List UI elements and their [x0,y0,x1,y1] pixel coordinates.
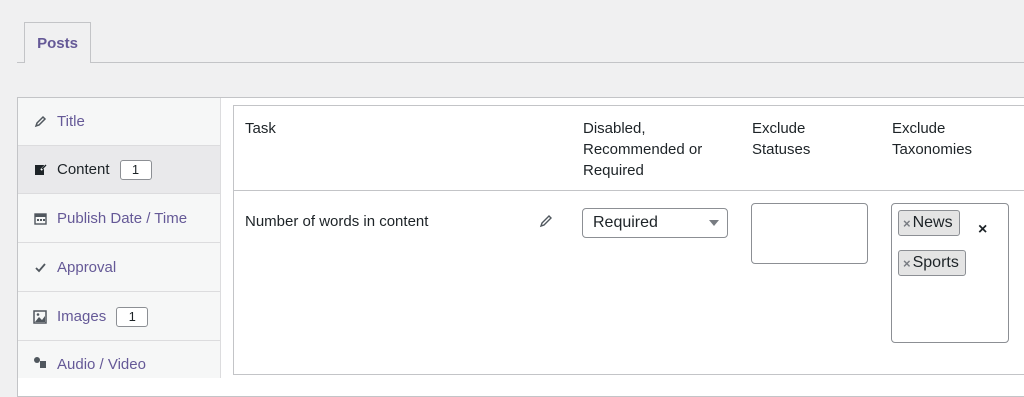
sidebar-item-label: Audio / Video [57,356,146,373]
taxonomy-chip[interactable]: × News [898,210,960,236]
pencil-icon [33,115,47,129]
sidebar-item-label: Images [57,308,107,325]
sidebar-item-images[interactable]: Images 1 [18,293,220,341]
image-icon [33,309,47,324]
column-header-task: Task [245,120,276,137]
check-icon [33,261,47,275]
column-header-level: Disabled, Recommended or Required [583,120,703,179]
count-badge: 1 [116,306,149,327]
sidebar-item-audio-video[interactable]: Audio / Video [18,342,220,390]
remove-chip-icon[interactable]: × [903,256,911,271]
sidebar-item-label: Content [57,161,110,178]
tab-bar-divider [17,62,1024,63]
requirement-level-select[interactable]: Required [582,208,728,238]
calendar-icon [33,212,47,226]
edit-page-icon [33,163,47,177]
remove-chip-icon[interactable]: × [903,216,911,231]
chevron-down-icon [709,220,719,226]
exclude-taxonomies-input[interactable]: × News × Sports [891,203,1009,343]
sidebar-item-label: Title [57,113,85,130]
media-icon [33,356,47,370]
taxonomy-chip[interactable]: × Sports [898,250,966,276]
pencil-icon[interactable] [539,214,553,233]
sidebar-item-approval[interactable]: Approval [18,244,220,292]
sidebar-item-title[interactable]: Title [18,98,220,146]
sidebar-item-label: Publish Date / Time [57,210,188,227]
tab-posts[interactable]: Posts [24,22,91,63]
count-badge: 1 [119,159,152,180]
task-name: Number of words in content [245,213,429,230]
sidebar-item-content[interactable]: Content 1 [18,146,220,194]
header-divider [234,190,1024,191]
sidebar-item-label: Approval [57,259,117,276]
exclude-statuses-input[interactable] [751,203,868,264]
column-header-taxonomies: Exclude Taxonomies [892,120,973,158]
column-header-statuses: Exclude Statuses [752,120,811,158]
sidebar-item-publish-date[interactable]: Publish Date / Time [18,195,220,243]
sidebar: Title Content 1 Publish Date / Time Appr… [18,98,221,378]
clear-all-icon[interactable]: × [978,221,987,239]
